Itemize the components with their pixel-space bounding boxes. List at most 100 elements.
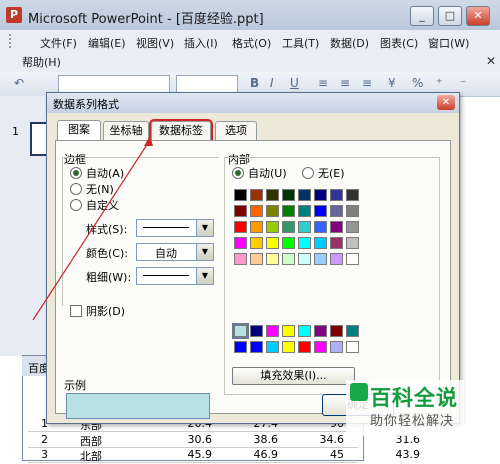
chart-color-swatch[interactable] [266,325,279,337]
chart-color-swatch[interactable] [282,325,295,337]
color-swatch[interactable] [250,189,263,201]
cell-value[interactable]: 30.6 [148,433,213,446]
chart-color-swatch[interactable] [314,325,327,337]
cell-value[interactable]: 43.9 [380,448,421,461]
color-swatch[interactable] [346,205,359,217]
chart-color-swatch[interactable] [232,323,249,339]
undo-icon[interactable]: ↶ [14,76,24,90]
align-center-icon[interactable]: ≡ [340,76,350,90]
color-swatch[interactable] [346,189,359,201]
color-swatch[interactable] [282,189,295,201]
tab-axis[interactable]: 坐标轴 [103,121,149,140]
color-swatch[interactable] [346,221,359,233]
color-swatch[interactable] [330,237,343,249]
cell-value[interactable]: 34.6 [280,433,345,446]
row-name[interactable]: 北部 [80,448,120,464]
minimize-button[interactable]: _ [410,6,434,26]
color-swatch[interactable] [234,221,247,233]
table-row[interactable]: 2 西部 30.6 38.6 34.6 [28,433,358,448]
row-name[interactable]: 西部 [80,433,120,449]
color-swatch[interactable] [298,205,311,217]
border-weight-select[interactable]: ▼ [136,267,214,285]
dialog-close-button[interactable]: ✕ [437,95,455,110]
area-auto-radio[interactable] [232,167,244,179]
chart-color-swatch[interactable] [298,341,311,353]
decrease-decimal-icon[interactable]: ⁻ [460,76,466,90]
border-style-select[interactable]: ▼ [136,219,214,237]
close-window-button[interactable]: ✕ [466,6,490,26]
border-color-select[interactable]: 自动 ▼ [136,243,214,261]
chart-color-swatch[interactable] [330,325,343,337]
border-none-radio[interactable] [70,183,82,195]
shadow-checkbox[interactable] [70,305,82,317]
align-right-icon[interactable]: ≡ [362,76,372,90]
maximize-button[interactable]: □ [438,6,462,26]
cell-value[interactable]: 45.9 [148,448,213,461]
menu-view[interactable]: 视图(V) [136,35,174,51]
chart-color-swatch[interactable] [330,341,343,353]
color-swatch[interactable] [250,253,263,265]
color-swatch[interactable] [266,237,279,249]
color-swatch[interactable] [298,189,311,201]
tab-options[interactable]: 选项 [215,121,257,140]
table-row[interactable]: 3 北部 45.9 46.9 45 [28,448,358,463]
color-swatch[interactable] [234,237,247,249]
bold-button[interactable]: B [250,76,259,90]
color-swatch[interactable] [250,221,263,233]
chart-color-swatch[interactable] [346,325,359,337]
tab-patterns[interactable]: 图案 [57,120,101,141]
cell-value[interactable]: 46.9 [214,448,279,461]
chart-color-swatch[interactable] [314,341,327,353]
color-swatch[interactable] [330,189,343,201]
color-swatch[interactable] [314,205,327,217]
color-swatch[interactable] [314,221,327,233]
color-swatch[interactable] [298,253,311,265]
color-swatch[interactable] [330,221,343,233]
color-swatch[interactable] [234,205,247,217]
area-none-radio[interactable] [302,167,314,179]
color-swatch[interactable] [330,205,343,217]
color-swatch[interactable] [282,221,295,233]
border-auto-radio[interactable] [70,167,82,179]
currency-icon[interactable]: ¥ [388,76,396,90]
fill-effects-button[interactable]: 填充效果(I)... [232,367,355,385]
color-swatch[interactable] [266,205,279,217]
dialog-title-bar[interactable]: 数据系列格式 ✕ [47,93,459,113]
menu-file[interactable]: 文件(F) [40,35,77,51]
color-swatch[interactable] [346,237,359,249]
chart-color-swatch[interactable] [282,341,295,353]
color-swatch[interactable] [282,205,295,217]
cell-value[interactable]: 45 [280,448,344,461]
color-swatch[interactable] [250,237,263,249]
percent-icon[interactable]: % [412,76,423,90]
color-swatch[interactable] [266,189,279,201]
color-swatch[interactable] [346,253,359,265]
border-custom-radio[interactable] [70,199,82,211]
menu-insert[interactable]: 插入(I) [184,35,218,51]
menu-format[interactable]: 格式(O) [232,35,271,51]
chart-color-swatch[interactable] [298,325,311,337]
chart-color-swatch[interactable] [234,341,247,353]
menu-chart[interactable]: 图表(C) [380,35,418,51]
color-swatch[interactable] [330,253,343,265]
color-swatch[interactable] [298,237,311,249]
menu-tools[interactable]: 工具(T) [282,35,319,51]
underline-button[interactable]: U [290,76,299,90]
color-swatch[interactable] [282,237,295,249]
menu-help[interactable]: 帮助(H) [22,54,61,70]
color-swatch[interactable] [250,205,263,217]
doc-close-icon[interactable]: ✕ [486,54,496,68]
color-swatch[interactable] [282,253,295,265]
cell-value[interactable]: 38.6 [214,433,279,446]
color-swatch[interactable] [266,253,279,265]
color-swatch[interactable] [266,221,279,233]
chart-color-swatch[interactable] [346,341,359,353]
chart-color-swatch[interactable] [250,325,263,337]
menu-edit[interactable]: 编辑(E) [88,35,126,51]
color-swatch[interactable] [234,189,247,201]
color-swatch[interactable] [314,253,327,265]
menu-window[interactable]: 窗口(W) [428,35,469,51]
chart-color-swatch[interactable] [250,341,263,353]
tab-data-labels[interactable]: 数据标签 [149,119,213,142]
menu-grip[interactable] [9,34,14,48]
